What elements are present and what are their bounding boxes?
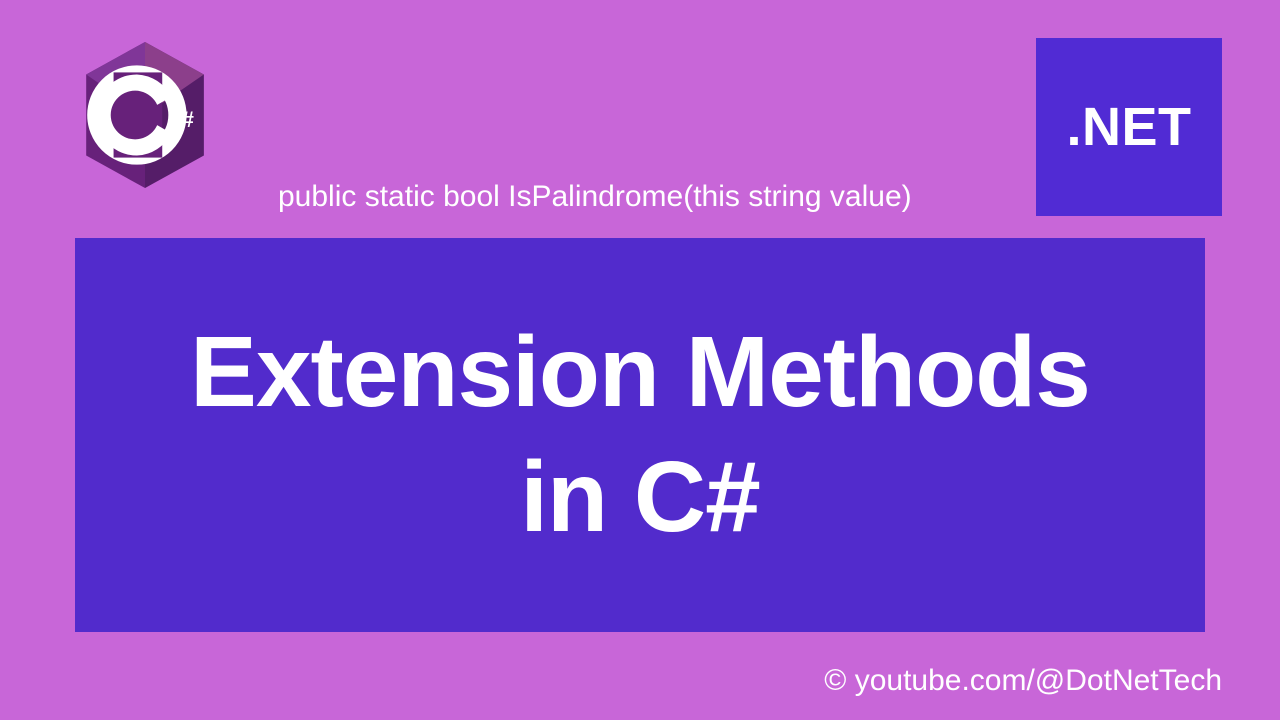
csharp-logo-icon: # [80, 42, 210, 188]
dotnet-badge: .NET [1036, 38, 1222, 216]
title-box: Extension Methods in C# [75, 238, 1205, 632]
attribution-text: © youtube.com/@DotNetTech [824, 664, 1222, 698]
dotnet-label: .NET [1066, 96, 1191, 158]
code-snippet-text: public static bool IsPalindrome(this str… [278, 180, 912, 214]
title-line-2: in C# [520, 435, 759, 560]
title-line-1: Extension Methods [190, 310, 1090, 435]
svg-text:#: # [182, 107, 195, 132]
